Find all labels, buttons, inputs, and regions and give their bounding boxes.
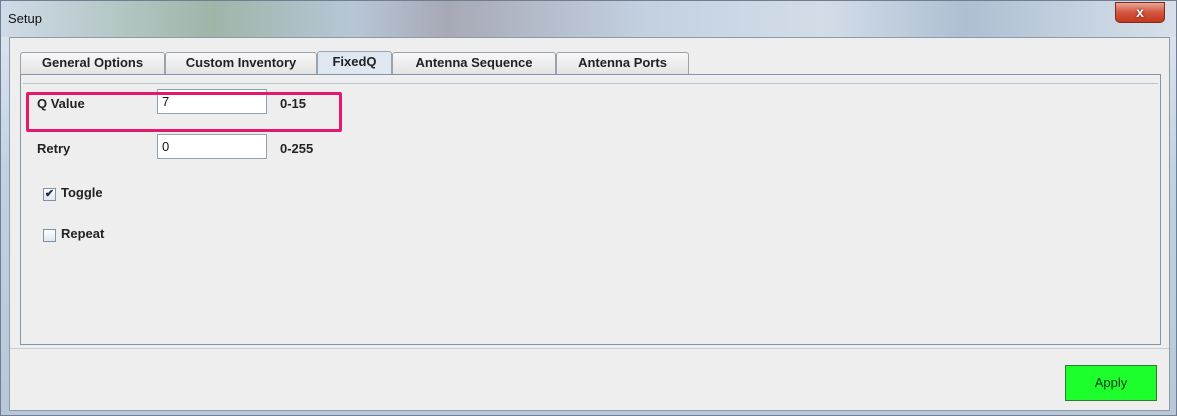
window-title: Setup — [8, 11, 42, 26]
tab-general-options[interactable]: General Options — [20, 52, 165, 74]
footer-divider — [10, 348, 1169, 349]
check-icon: ✔ — [44, 188, 55, 200]
q-value-highlight-box — [26, 92, 342, 132]
tab-fixedq[interactable]: FixedQ — [317, 51, 392, 75]
retry-range: 0-255 — [280, 141, 314, 156]
retry-label: Retry — [37, 141, 71, 156]
tab-antenna-ports[interactable]: Antenna Ports — [556, 52, 689, 74]
tab-custom-inventory[interactable]: Custom Inventory — [165, 52, 317, 74]
apply-button[interactable]: Apply — [1065, 365, 1157, 401]
retry-input[interactable] — [157, 134, 267, 159]
tab-antenna-sequence[interactable]: Antenna Sequence — [392, 52, 556, 74]
client-area: General Options Custom Inventory FixedQ … — [9, 37, 1170, 411]
repeat-label[interactable]: Repeat — [61, 226, 104, 241]
title-bar[interactable]: Setup x — [1, 1, 1176, 37]
repeat-checkbox[interactable] — [43, 229, 56, 242]
toggle-label[interactable]: Toggle — [61, 185, 103, 200]
setup-window: Setup x General Options Custom Inventory… — [0, 0, 1177, 416]
close-button[interactable]: x — [1115, 2, 1165, 23]
toggle-checkbox[interactable]: ✔ — [43, 188, 56, 201]
close-icon: x — [1136, 4, 1144, 20]
